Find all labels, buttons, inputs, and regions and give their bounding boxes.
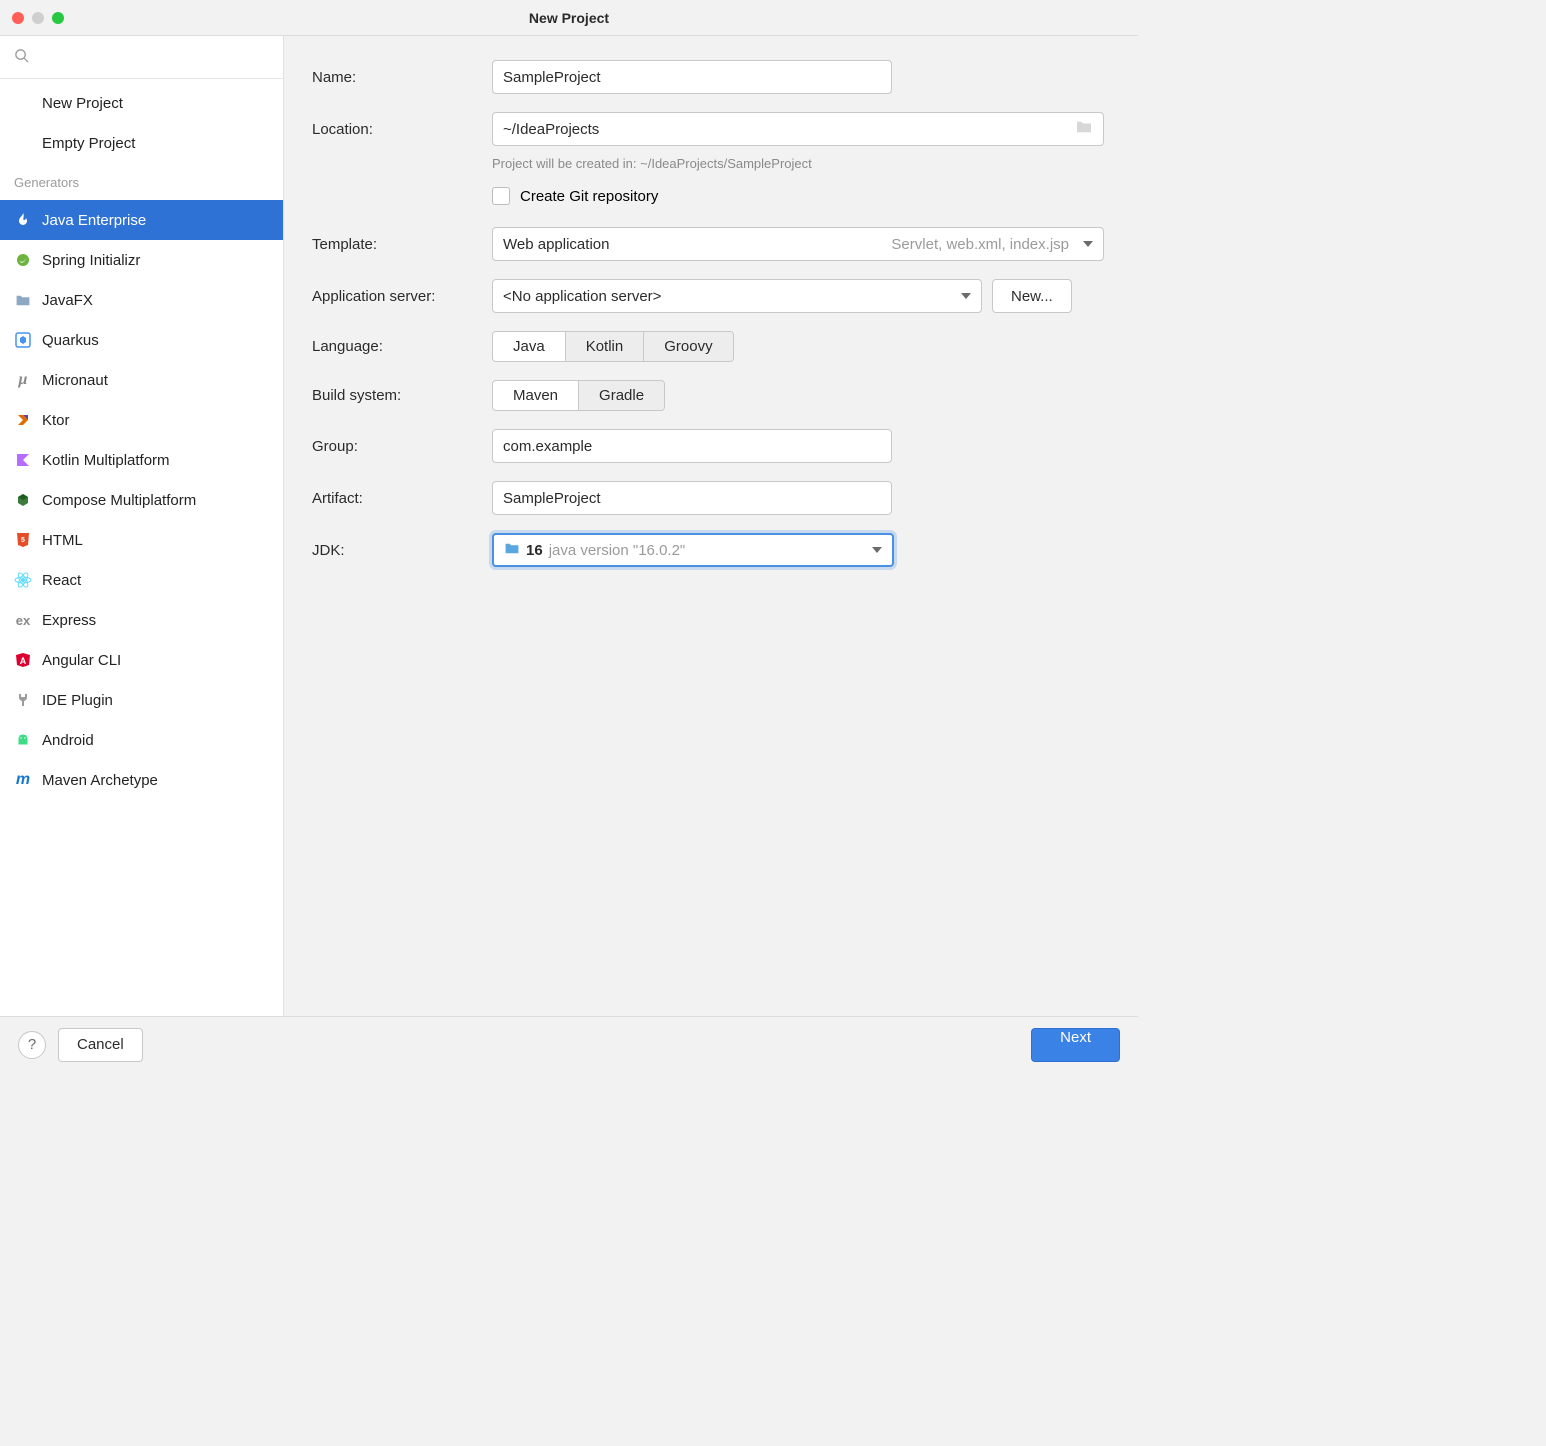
- git-checkbox-label: Create Git repository: [520, 188, 658, 205]
- sidebar-item-javafx[interactable]: JavaFX: [0, 280, 283, 320]
- group-input[interactable]: com.example: [492, 429, 892, 463]
- sidebar-item-label: React: [42, 572, 81, 589]
- build-segmented: MavenGradle: [492, 380, 665, 411]
- spring-icon: [14, 251, 32, 269]
- build-label: Build system:: [312, 387, 492, 404]
- sidebar-item-quarkus[interactable]: Quarkus: [0, 320, 283, 360]
- language-label: Language:: [312, 338, 492, 355]
- git-checkbox[interactable]: [492, 187, 510, 205]
- sidebar-item-label: Compose Multiplatform: [42, 492, 196, 509]
- sidebar-item-empty-project[interactable]: Empty Project: [0, 123, 283, 163]
- sidebar-item-label: Java Enterprise: [42, 212, 146, 229]
- sidebar-item-label: HTML: [42, 532, 83, 549]
- name-input[interactable]: SampleProject: [492, 60, 892, 94]
- artifact-label: Artifact:: [312, 490, 492, 507]
- sidebar-item-label: Quarkus: [42, 332, 99, 349]
- sidebar-item-kotlin-multiplatform[interactable]: Kotlin Multiplatform: [0, 440, 283, 480]
- sidebar-item-angular-cli[interactable]: A Angular CLI: [0, 640, 283, 680]
- plug-icon: [14, 691, 32, 709]
- chevron-down-icon: [961, 293, 971, 299]
- svg-text:A: A: [20, 656, 27, 666]
- sidebar-item-label: New Project: [42, 95, 123, 112]
- search-input[interactable]: [8, 42, 275, 72]
- browse-folder-icon[interactable]: [1075, 120, 1093, 138]
- name-label: Name:: [312, 69, 492, 86]
- kotlin-icon: [14, 451, 32, 469]
- sidebar-item-label: Angular CLI: [42, 652, 121, 669]
- build-option-maven[interactable]: Maven: [493, 381, 579, 410]
- sidebar-item-maven-archetype[interactable]: m Maven Archetype: [0, 760, 283, 800]
- sidebar-item-ktor[interactable]: Ktor: [0, 400, 283, 440]
- sidebar-item-label: Ktor: [42, 412, 70, 429]
- sidebar-item-express[interactable]: ex Express: [0, 600, 283, 640]
- artifact-input[interactable]: SampleProject: [492, 481, 892, 515]
- footer: ? Cancel Next: [0, 1016, 1138, 1072]
- next-button[interactable]: Next: [1031, 1028, 1120, 1062]
- group-label: Group:: [312, 438, 492, 455]
- folder-icon: [14, 291, 32, 309]
- sidebar-item-label: Android: [42, 732, 94, 749]
- language-option-kotlin[interactable]: Kotlin: [566, 332, 645, 361]
- language-segmented: JavaKotlinGroovy: [492, 331, 734, 362]
- jdk-select[interactable]: 16 java version "16.0.2": [492, 533, 894, 567]
- sidebar-item-label: Kotlin Multiplatform: [42, 452, 170, 469]
- sidebar-item-spring-initializr[interactable]: Spring Initializr: [0, 240, 283, 280]
- generators-section-label: Generators: [0, 163, 283, 196]
- location-hint: Project will be created in: ~/IdeaProjec…: [492, 156, 1110, 171]
- location-label: Location:: [312, 121, 492, 138]
- android-icon: [14, 731, 32, 749]
- blank-icon: [14, 94, 32, 112]
- help-button[interactable]: ?: [18, 1031, 46, 1059]
- sidebar-item-label: Micronaut: [42, 372, 108, 389]
- window-title: New Project: [0, 10, 1138, 26]
- language-option-java[interactable]: Java: [493, 332, 566, 361]
- sidebar-item-label: Maven Archetype: [42, 772, 158, 789]
- svg-text:5: 5: [21, 537, 25, 544]
- sidebar-item-ide-plugin[interactable]: IDE Plugin: [0, 680, 283, 720]
- form-panel: Name: SampleProject Location: ~/IdeaProj…: [284, 36, 1138, 1016]
- appserver-new-button[interactable]: New...: [992, 279, 1072, 313]
- angular-icon: A: [14, 651, 32, 669]
- ktor-icon: [14, 411, 32, 429]
- sidebar-item-label: Express: [42, 612, 96, 629]
- sidebar-item-react[interactable]: React: [0, 560, 283, 600]
- jdk-label: JDK:: [312, 542, 492, 559]
- search-icon: [14, 48, 29, 66]
- m-icon: m: [14, 771, 32, 789]
- build-option-gradle[interactable]: Gradle: [579, 381, 664, 410]
- folder-icon: [504, 542, 520, 559]
- flame-icon: [14, 211, 32, 229]
- sidebar-item-compose-multiplatform[interactable]: Compose Multiplatform: [0, 480, 283, 520]
- compose-icon: [14, 491, 32, 509]
- ex-icon: ex: [14, 611, 32, 629]
- appserver-select[interactable]: <No application server>: [492, 279, 982, 313]
- sidebar-item-label: Spring Initializr: [42, 252, 140, 269]
- sidebar-item-html[interactable]: 5 HTML: [0, 520, 283, 560]
- template-select[interactable]: Web application Servlet, web.xml, index.…: [492, 227, 1104, 261]
- sidebar-item-android[interactable]: Android: [0, 720, 283, 760]
- sidebar-item-label: JavaFX: [42, 292, 93, 309]
- sidebar-item-new-project[interactable]: New Project: [0, 83, 283, 123]
- sidebar-item-java-enterprise[interactable]: Java Enterprise: [0, 200, 283, 240]
- cancel-button[interactable]: Cancel: [58, 1028, 143, 1062]
- sidebar-item-label: Empty Project: [42, 135, 135, 152]
- appserver-label: Application server:: [312, 288, 492, 305]
- mu-icon: μ: [14, 371, 32, 389]
- chevron-down-icon: [1083, 241, 1093, 247]
- sidebar: New Project Empty Project Generators Java…: [0, 36, 284, 1016]
- blank-icon: [14, 134, 32, 152]
- location-input[interactable]: ~/IdeaProjects: [492, 112, 1104, 146]
- html5-icon: 5: [14, 531, 32, 549]
- sidebar-item-label: IDE Plugin: [42, 692, 113, 709]
- quarkus-icon: [14, 331, 32, 349]
- react-icon: [14, 571, 32, 589]
- chevron-down-icon: [872, 547, 882, 553]
- language-option-groovy[interactable]: Groovy: [644, 332, 732, 361]
- template-label: Template:: [312, 236, 492, 253]
- sidebar-item-micronaut[interactable]: μ Micronaut: [0, 360, 283, 400]
- titlebar: New Project: [0, 0, 1138, 36]
